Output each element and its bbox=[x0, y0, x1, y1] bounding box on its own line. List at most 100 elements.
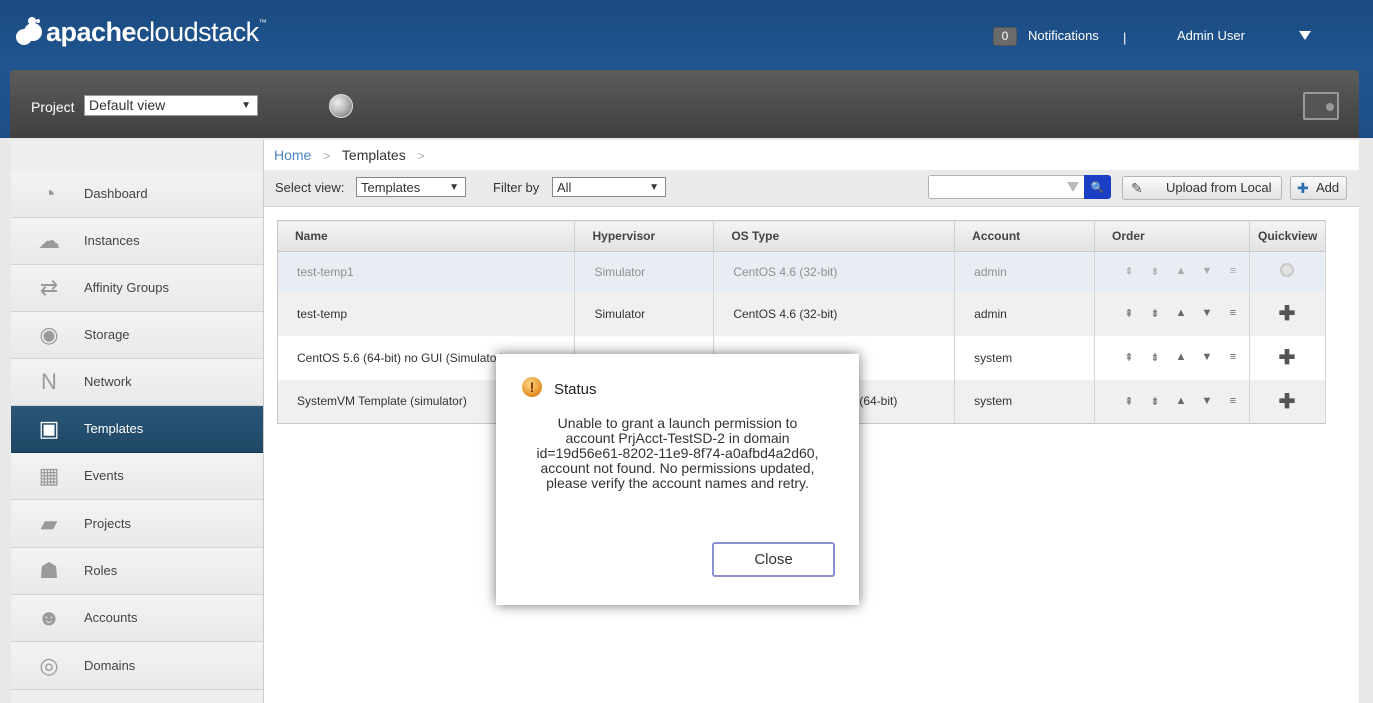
magnifier-icon: 🔍 bbox=[1090, 182, 1105, 194]
sidebar-item-network[interactable]: N Network bbox=[11, 359, 263, 406]
project-select-value: Default view bbox=[89, 97, 166, 113]
sidebar-item-projects[interactable]: ▰ Projects bbox=[11, 501, 263, 548]
quickview-plus-icon[interactable]: ✚ bbox=[1279, 391, 1296, 413]
cell-quickview[interactable] bbox=[1249, 251, 1327, 292]
move-bottom-icon[interactable]: ⇟ bbox=[1142, 265, 1168, 278]
breadcrumb-separator: > bbox=[323, 149, 331, 163]
sidebar-item-affinity-groups[interactable]: ⇄ Affinity Groups bbox=[11, 265, 263, 312]
plus-icon: ✚ bbox=[1297, 180, 1309, 196]
move-down-icon[interactable]: ▼ bbox=[1194, 395, 1220, 408]
move-bottom-icon[interactable]: ⇟ bbox=[1142, 351, 1168, 364]
quickview-plus-icon[interactable]: ✚ bbox=[1279, 347, 1296, 369]
sidebar-item-events[interactable]: ▦ Events bbox=[11, 453, 263, 500]
sidebar-item-storage[interactable]: ◉ Storage bbox=[11, 312, 263, 359]
dropdown-arrow-icon: ▼ bbox=[649, 182, 659, 193]
move-up-icon[interactable]: ▲ bbox=[1168, 351, 1194, 364]
move-top-icon[interactable]: ⇞ bbox=[1116, 307, 1142, 320]
move-down-icon[interactable]: ▼ bbox=[1194, 307, 1220, 320]
cell-account: system bbox=[954, 335, 1095, 380]
sidebar-item-domains[interactable]: ◎ Domains bbox=[11, 643, 263, 690]
breadcrumb-home-link[interactable]: Home bbox=[274, 147, 311, 163]
move-bottom-icon[interactable]: ⇟ bbox=[1142, 395, 1168, 408]
cell-quickview[interactable]: ✚ bbox=[1249, 335, 1327, 380]
project-select[interactable]: Default view ▼ bbox=[84, 95, 258, 116]
sidebar-item-instances[interactable]: ☁ Instances bbox=[11, 218, 263, 265]
sidebar-item-templates[interactable]: ▣ Templates bbox=[11, 406, 263, 453]
sidebar-item-label: Domains bbox=[84, 658, 136, 673]
cell-account: admin bbox=[954, 251, 1095, 292]
search-button[interactable]: 🔍 bbox=[1084, 175, 1111, 199]
sidebar-item-label: Network bbox=[84, 374, 132, 389]
logo-text: apachecloudstack bbox=[46, 17, 259, 48]
cell-name[interactable]: test-temp1 bbox=[277, 251, 576, 292]
certificate-icon[interactable] bbox=[1303, 92, 1339, 120]
sidebar-item-roles[interactable]: ☗ Roles bbox=[11, 548, 263, 595]
dialog-title: Status bbox=[554, 381, 597, 398]
roles-icon: ☗ bbox=[39, 558, 59, 583]
dialog-message-line: Unable to grant a launch permission to bbox=[557, 415, 798, 431]
breadcrumb-current[interactable]: Templates bbox=[342, 147, 406, 163]
column-header-name[interactable]: Name bbox=[277, 220, 576, 252]
drag-handle-icon[interactable]: ≡ bbox=[1220, 395, 1246, 408]
project-bar: Project Default view ▼ bbox=[10, 70, 1359, 138]
move-top-icon[interactable]: ⇞ bbox=[1116, 395, 1142, 408]
drag-handle-icon[interactable]: ≡ bbox=[1220, 265, 1246, 278]
status-dialog: ! Status Unable to grant a launch permis… bbox=[496, 354, 859, 605]
sidebar-item-dashboard[interactable]: ◔ Dashboard bbox=[11, 171, 263, 218]
globe-icon[interactable] bbox=[329, 94, 353, 118]
upload-from-local-label: Upload from Local bbox=[1166, 180, 1272, 195]
cell-name[interactable]: test-temp bbox=[277, 291, 576, 336]
close-button[interactable]: Close bbox=[712, 542, 835, 577]
column-header-order: Order bbox=[1094, 220, 1250, 252]
cell-quickview[interactable]: ✚ bbox=[1249, 379, 1327, 424]
cell-hypervisor: Simulator bbox=[574, 251, 715, 292]
quickview-plus-icon[interactable]: ✚ bbox=[1279, 303, 1296, 325]
notifications-link[interactable]: Notifications bbox=[1028, 28, 1099, 43]
domains-icon: ◎ bbox=[39, 653, 59, 678]
add-button[interactable]: ✚ Add bbox=[1290, 176, 1347, 200]
drag-handle-icon[interactable]: ≡ bbox=[1220, 351, 1246, 364]
search-input[interactable] bbox=[928, 175, 1085, 199]
move-down-icon[interactable]: ▼ bbox=[1194, 351, 1220, 364]
column-header-account[interactable]: Account bbox=[954, 220, 1095, 252]
add-label: Add bbox=[1316, 180, 1340, 195]
dropdown-arrow-icon: ▼ bbox=[449, 182, 459, 193]
cell-quickview[interactable]: ✚ bbox=[1249, 291, 1327, 336]
filter-funnel-icon[interactable] bbox=[1067, 182, 1079, 192]
sidebar-item-label: Events bbox=[84, 468, 124, 483]
table-row[interactable]: test-temp Simulator CentOS 4.6 (32-bit) … bbox=[277, 291, 1327, 336]
select-view-dropdown[interactable]: Templates ▼ bbox=[356, 177, 466, 197]
list-toolbar: Select view: Templates ▼ Filter by All ▼… bbox=[264, 170, 1359, 207]
sidebar: ◔ Dashboard ☁ Instances ⇄ Affinity Group… bbox=[11, 140, 264, 703]
table-row[interactable]: test-temp1 Simulator CentOS 4.6 (32-bit)… bbox=[277, 251, 1327, 292]
folder-icon: ▰ bbox=[40, 511, 58, 536]
move-up-icon[interactable]: ▲ bbox=[1168, 265, 1194, 278]
column-header-hypervisor[interactable]: Hypervisor bbox=[574, 220, 715, 252]
user-menu-label[interactable]: Admin User bbox=[1177, 28, 1245, 43]
move-down-icon[interactable]: ▼ bbox=[1194, 265, 1220, 278]
drag-handle-icon[interactable]: ≡ bbox=[1220, 307, 1246, 320]
dialog-message-line: account PrjAcct-TestSD-2 in domain bbox=[565, 430, 790, 446]
sidebar-item-accounts[interactable]: ☻ Accounts bbox=[11, 595, 263, 642]
cell-account: system bbox=[954, 379, 1095, 424]
sidebar-item-label: Roles bbox=[84, 563, 118, 578]
cell-os-type: CentOS 4.6 (32-bit) bbox=[713, 251, 956, 292]
notification-count-badge[interactable]: 0 bbox=[993, 27, 1017, 46]
user-menu-caret-icon[interactable] bbox=[1299, 31, 1311, 40]
sidebar-item-label: Dashboard bbox=[84, 186, 148, 201]
sidebar-item-label: Affinity Groups bbox=[84, 280, 170, 295]
filter-dropdown[interactable]: All ▼ bbox=[552, 177, 666, 197]
column-header-os-type[interactable]: OS Type bbox=[713, 220, 956, 252]
network-icon: N bbox=[41, 369, 57, 394]
upload-from-local-button[interactable]: ✎ Upload from Local bbox=[1122, 176, 1282, 200]
cell-order: ⇞ ⇟ ▲ ▼ ≡ bbox=[1094, 251, 1250, 292]
move-up-icon[interactable]: ▲ bbox=[1168, 395, 1194, 408]
move-top-icon[interactable]: ⇞ bbox=[1116, 265, 1142, 278]
project-label: Project bbox=[31, 99, 75, 115]
move-top-icon[interactable]: ⇞ bbox=[1116, 351, 1142, 364]
sidebar-item-label: Projects bbox=[84, 516, 131, 531]
apache-cloudstack-logo[interactable]: apachecloudstack ™ bbox=[14, 14, 267, 50]
move-up-icon[interactable]: ▲ bbox=[1168, 307, 1194, 320]
user-icon: ☻ bbox=[37, 605, 61, 630]
move-bottom-icon[interactable]: ⇟ bbox=[1142, 307, 1168, 320]
